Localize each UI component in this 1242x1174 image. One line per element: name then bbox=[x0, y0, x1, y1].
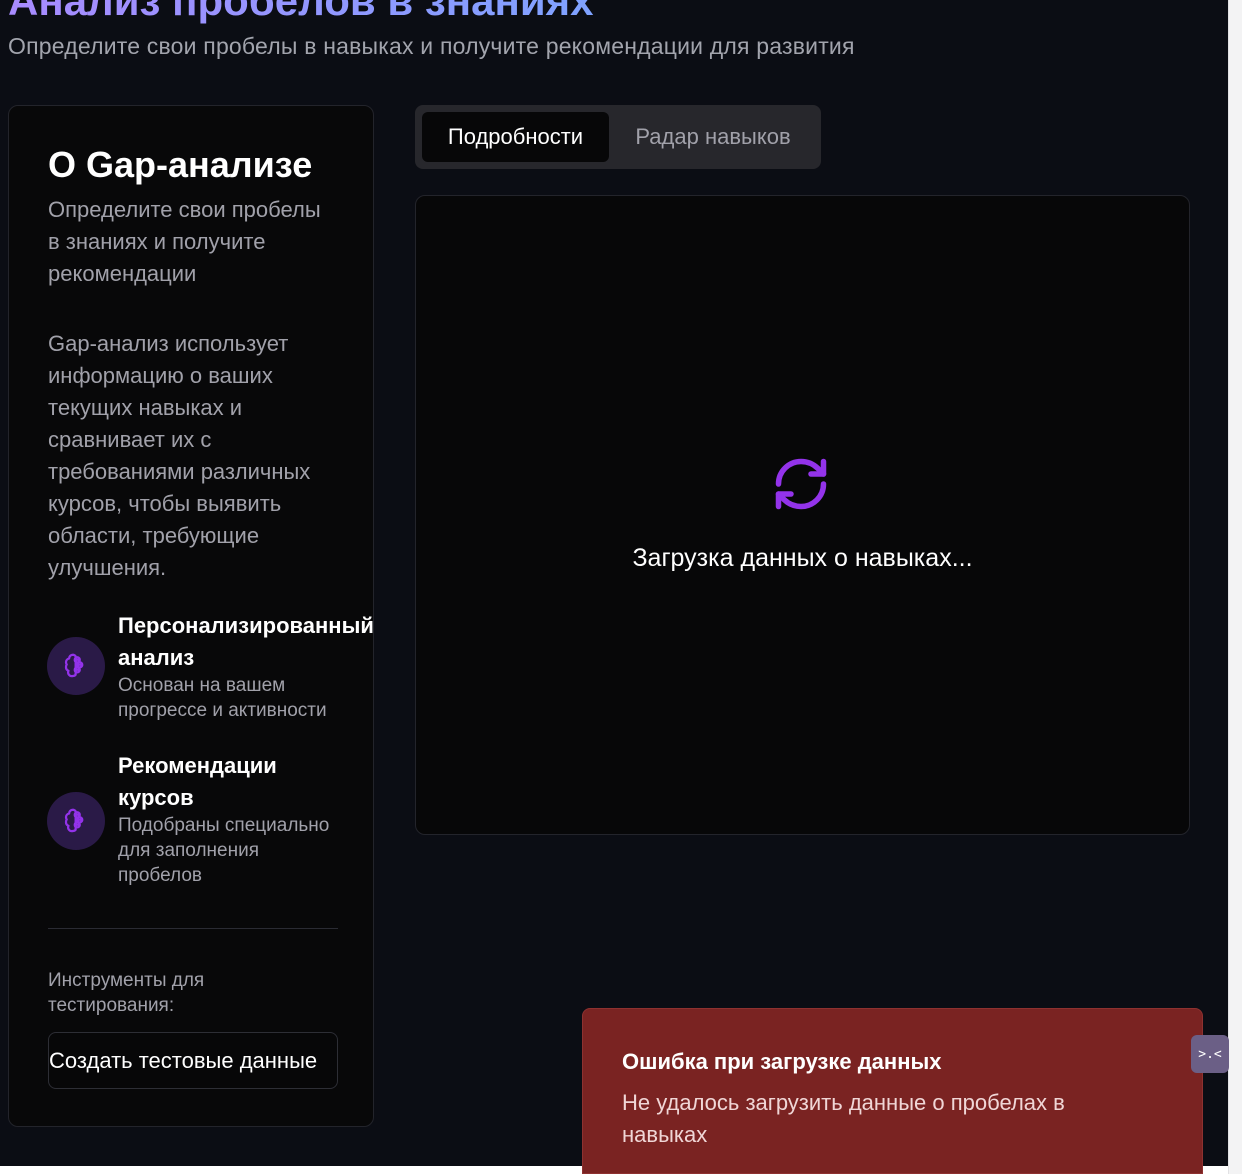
loading-text: Загрузка данных о навыках... bbox=[632, 544, 973, 572]
details-panel: Загрузка данных о навыках... bbox=[415, 195, 1190, 835]
scrollbar-track[interactable] bbox=[1228, 0, 1242, 1174]
face-icon[interactable]: >.< bbox=[1191, 1035, 1229, 1073]
brain-icon bbox=[47, 637, 105, 695]
create-test-data-button[interactable]: Создать тестовые данные bbox=[48, 1032, 338, 1089]
refresh-icon bbox=[775, 458, 827, 510]
feature-description-recommendations: Подобраны специально для заполнения проб… bbox=[118, 815, 330, 886]
face-icon-glyph: >.< bbox=[1198, 1046, 1222, 1062]
feature-title-personalized-line2: анализ bbox=[118, 645, 195, 670]
tab-skills-radar[interactable]: Радар навыков bbox=[613, 112, 813, 162]
page-title: Анализ пробелов в знаниях bbox=[8, 0, 594, 24]
about-gap-analysis-card: О Gap-анализе Определите свои пробелы в … bbox=[8, 105, 374, 1127]
feature-title-personalized: Персонализированный bbox=[118, 613, 374, 638]
sidebar-body-text: Gap-анализ использует информацию о ваших… bbox=[48, 331, 311, 580]
app-root: Анализ пробелов в знаниях Определите сво… bbox=[0, 0, 1228, 1166]
feature-description-personalized: Основан на вашем прогрессе и активности bbox=[118, 675, 327, 721]
error-toast[interactable]: Ошибка при загрузке данных Не удалось за… bbox=[582, 1008, 1203, 1174]
tab-list: Подробности Радар навыков bbox=[415, 105, 821, 169]
sidebar-description: Определите свои пробелы в знаниях и полу… bbox=[48, 197, 321, 286]
testing-tools-label: Инструменты для тестирования: bbox=[48, 970, 205, 1016]
feature-title-recommendations-line2: курсов bbox=[118, 785, 194, 810]
page-subtitle: Определите свои пробелы в навыках и полу… bbox=[8, 33, 855, 59]
toast-message: Не удалось загрузить данные о пробелах в… bbox=[622, 1090, 1065, 1147]
toast-title: Ошибка при загрузке данных bbox=[622, 1049, 942, 1074]
tab-details[interactable]: Подробности bbox=[422, 112, 609, 162]
sidebar-divider bbox=[48, 928, 338, 929]
sidebar-title: О Gap-анализе bbox=[48, 144, 313, 185]
feature-title-recommendations: Рекомендации bbox=[118, 753, 277, 778]
brain-icon bbox=[47, 792, 105, 850]
